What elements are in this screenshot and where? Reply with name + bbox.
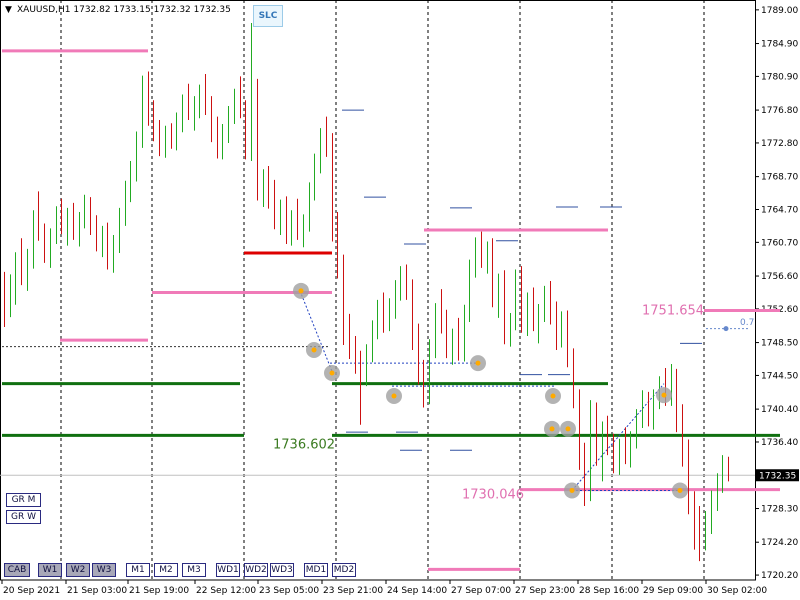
- marker-dot: [311, 347, 317, 353]
- marker-dot: [475, 360, 481, 366]
- time-tick-label: 21 Sep 03:00: [67, 586, 127, 596]
- price-tick-label: 1764.70: [761, 205, 798, 215]
- annotation-label: 0.7: [740, 318, 754, 328]
- chart-border: [0, 0, 756, 581]
- symbol-label: XAUUSD,H1: [17, 5, 71, 15]
- time-tick-label: 20 Sep 2021: [3, 586, 60, 596]
- price-tick-label: 1736.40: [761, 438, 798, 448]
- low-price: 1732.32: [153, 5, 191, 15]
- slc-button[interactable]: SLC: [253, 5, 283, 27]
- marker-dot: [565, 426, 571, 432]
- price-tick-label: 1772.80: [761, 139, 798, 149]
- time-tick-label: 21 Sep 19:00: [129, 586, 189, 596]
- button-grw[interactable]: GR W: [6, 510, 41, 524]
- price-tick-label: 1768.70: [761, 173, 798, 183]
- time-tick-label: 23 Sep 21:00: [323, 586, 383, 596]
- marker-dot: [661, 392, 667, 398]
- marker-dot: [569, 487, 575, 493]
- marker-dot: [550, 393, 556, 399]
- button-m3[interactable]: M3: [182, 563, 206, 577]
- button-md2[interactable]: MD2: [332, 563, 356, 577]
- time-tick-label: 22 Sep 12:00: [196, 586, 256, 596]
- marker-dot: [723, 326, 729, 332]
- price-tick-label: 1740.40: [761, 405, 798, 415]
- button-w1[interactable]: W1: [38, 563, 62, 577]
- time-tick-label: 23 Sep 05:00: [259, 586, 319, 596]
- time-tick-label: 29 Sep 09:00: [643, 586, 703, 596]
- current-price-label: 1732.35: [759, 471, 796, 481]
- price-tick-label: 1784.90: [761, 40, 798, 50]
- marker-dot: [329, 370, 335, 376]
- button-m1[interactable]: M1: [126, 563, 150, 577]
- button-cab[interactable]: CAB: [4, 563, 30, 577]
- button-wd3[interactable]: WD3: [270, 563, 294, 577]
- price-tick-label: 1776.80: [761, 106, 798, 116]
- close-price: 1732.35: [193, 5, 231, 15]
- open-price: 1732.82: [73, 5, 111, 15]
- time-tick-label: 27 Sep 23:00: [515, 586, 575, 596]
- price-tick-label: 1789.00: [761, 6, 798, 16]
- time-tick-label: 28 Sep 16:00: [579, 586, 639, 596]
- price-tick-label: 1724.20: [761, 538, 798, 548]
- button-w2[interactable]: W2: [66, 563, 90, 577]
- price-tick-label: 1720.20: [761, 571, 798, 581]
- time-tick-label: 27 Sep 07:00: [451, 586, 511, 596]
- marker-dot: [549, 426, 555, 432]
- button-md1[interactable]: MD1: [304, 563, 328, 577]
- price-tick-label: 1748.50: [761, 339, 798, 349]
- button-wd1[interactable]: WD1: [216, 563, 240, 577]
- marker-dot: [298, 288, 304, 294]
- time-tick-label: 24 Sep 14:00: [387, 586, 447, 596]
- annotation-label: 1736.602: [273, 437, 335, 452]
- chart-header: XAUUSD,H1 1732.82 1733.15 1732.32 1732.3…: [17, 5, 231, 15]
- high-price: 1733.15: [113, 5, 151, 15]
- price-chart[interactable]: 1789.00 1784.90 1780.90 1776.80 1772.80 1768.…: [0, 0, 800, 600]
- price-tick-label: 1744.50: [761, 371, 798, 381]
- button-w3[interactable]: W3: [92, 563, 116, 577]
- guide-line: [299, 290, 333, 372]
- price-tick-label: 1728.30: [761, 505, 798, 515]
- marker-dot: [677, 487, 683, 493]
- button-m2[interactable]: M2: [154, 563, 178, 577]
- price-tick-label: 1756.60: [761, 272, 798, 282]
- button-wd2[interactable]: WD2: [244, 563, 268, 577]
- price-tick-label: 1760.70: [761, 238, 798, 248]
- time-tick-label: 30 Sep 02:00: [707, 586, 767, 596]
- annotation-label: 1730.046: [462, 488, 524, 503]
- triangle-down-icon[interactable]: ▼: [5, 5, 12, 15]
- guide-line: [571, 383, 665, 491]
- chart-window[interactable]: 1789.00 1784.90 1780.90 1776.80 1772.80 1768.…: [0, 0, 800, 600]
- marker-dot: [391, 393, 397, 399]
- price-tick-label: 1780.90: [761, 72, 798, 82]
- annotation-label: 1751.654: [642, 304, 704, 319]
- button-grm[interactable]: GR M: [6, 493, 41, 507]
